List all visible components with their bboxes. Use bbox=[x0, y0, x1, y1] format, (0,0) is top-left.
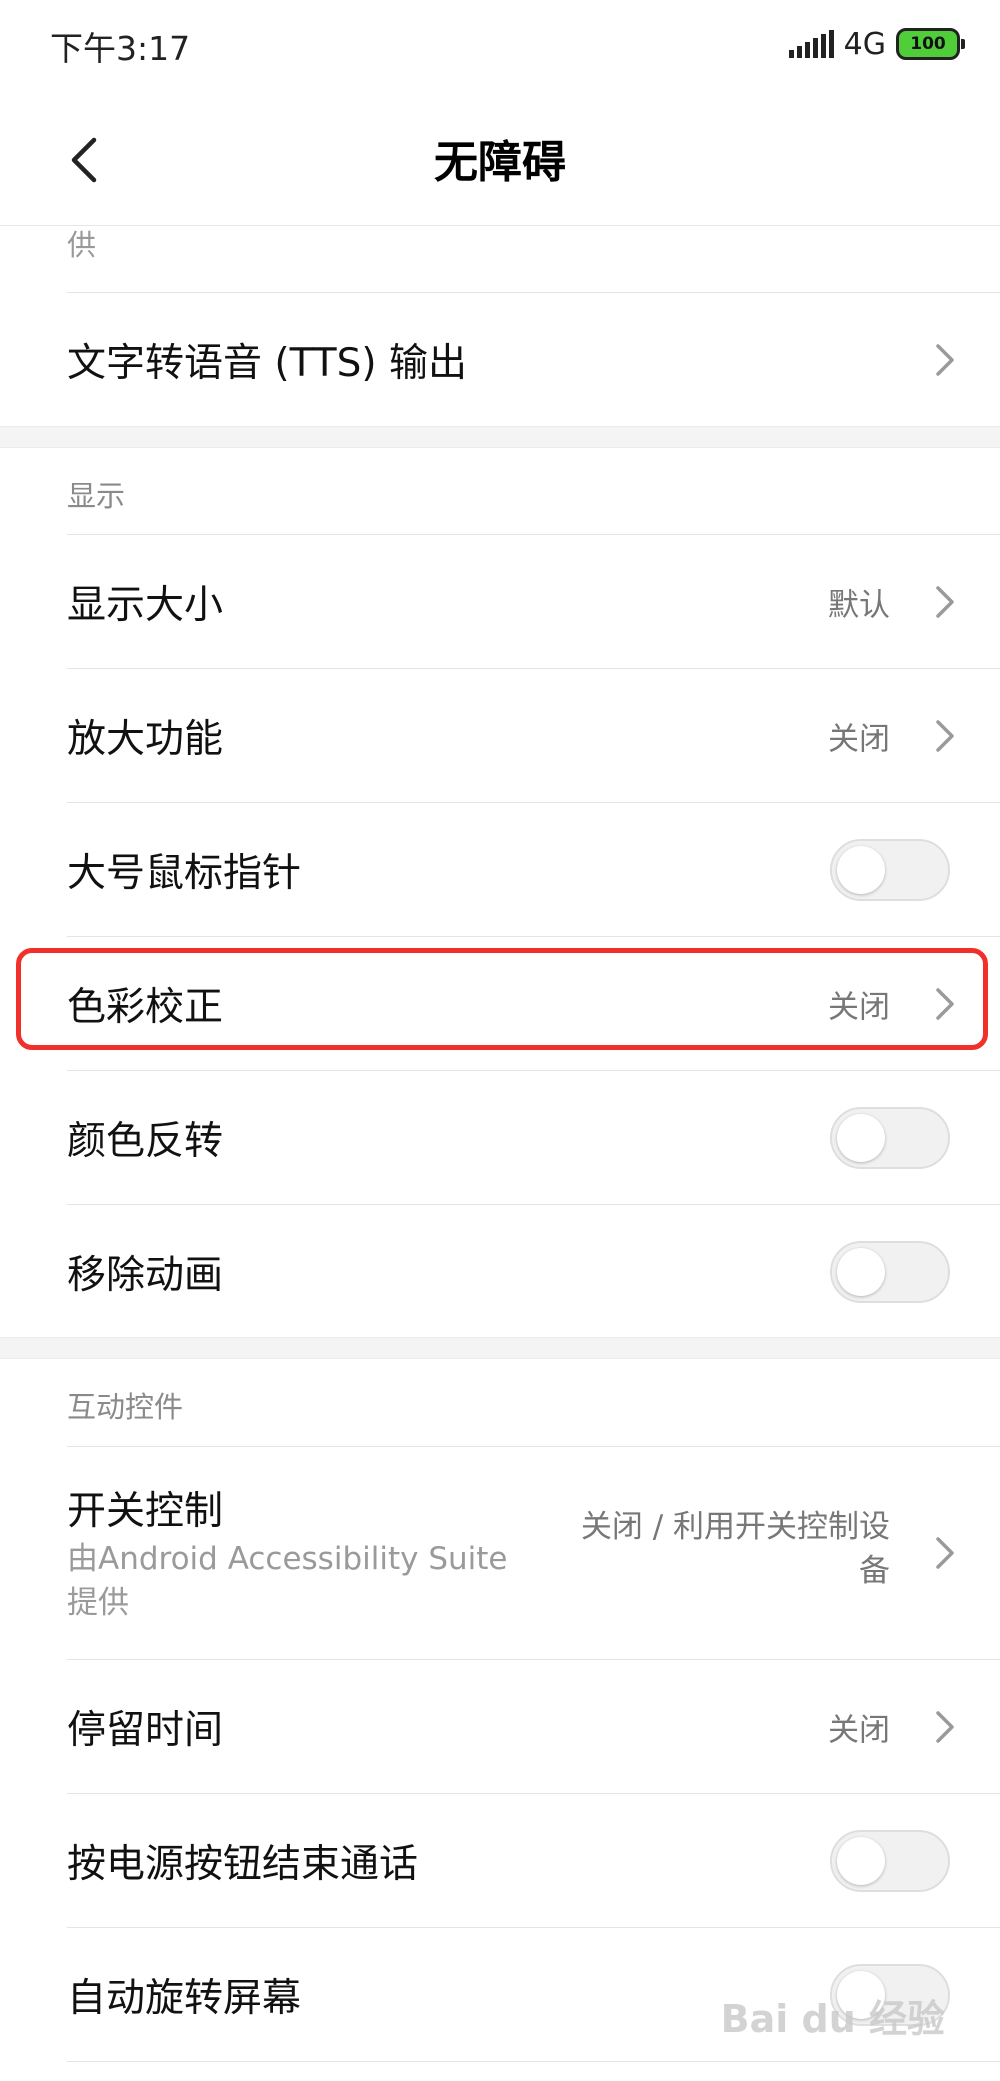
magnification-row[interactable]: 放大功能 关闭 bbox=[0, 669, 1000, 802]
battery-icon: 100 bbox=[896, 28, 965, 60]
switch-control-subtitle: 由Android Accessibility Suite提供 bbox=[67, 1541, 508, 1621]
dwell-time-value: 关闭 bbox=[828, 1712, 890, 1748]
status-icons: 4G 100 bbox=[788, 24, 965, 64]
large-pointer-toggle[interactable] bbox=[830, 838, 950, 901]
partial-text: 供 bbox=[67, 228, 97, 262]
large-pointer-row: 大号鼠标指针 bbox=[0, 803, 1000, 936]
remove-animations-row: 移除动画 bbox=[0, 1205, 1000, 1338]
toggle-knob bbox=[837, 845, 885, 894]
title-bar: 无障碍 bbox=[0, 90, 1000, 226]
auto-rotate-label: 自动旋转屏幕 bbox=[67, 1975, 302, 2021]
section-gap bbox=[0, 426, 1000, 448]
section-gap bbox=[0, 1337, 1000, 1359]
section-title-interaction: 互动控件 bbox=[67, 1390, 184, 1424]
watermark: Bai du 经验 bbox=[720, 1997, 945, 2041]
tts-output-row[interactable]: 文字转语音 (TTS) 输出 bbox=[0, 293, 1000, 426]
toggle-knob bbox=[837, 1247, 885, 1296]
battery-level: 100 bbox=[910, 34, 946, 54]
network-type: 4G bbox=[843, 26, 886, 62]
large-pointer-label: 大号鼠标指针 bbox=[67, 850, 302, 896]
color-inversion-row: 颜色反转 bbox=[0, 1071, 1000, 1204]
toggle-knob bbox=[837, 1113, 885, 1162]
chevron-right-icon bbox=[936, 1710, 954, 1743]
power-ends-call-label: 按电源按钮结束通话 bbox=[67, 1841, 419, 1887]
color-inversion-toggle[interactable] bbox=[830, 1106, 950, 1169]
page-title: 无障碍 bbox=[434, 137, 566, 188]
dwell-time-row[interactable]: 停留时间 关闭 bbox=[0, 1660, 1000, 1793]
status-bar: 下午3:17 4G 100 bbox=[0, 0, 1000, 90]
display-size-label: 显示大小 bbox=[67, 582, 224, 628]
remove-animations-label: 移除动画 bbox=[67, 1252, 224, 1298]
remove-animations-toggle[interactable] bbox=[830, 1240, 950, 1303]
status-time: 下午3:17 bbox=[50, 29, 191, 68]
tts-output-label: 文字转语音 (TTS) 输出 bbox=[67, 340, 467, 386]
divider bbox=[67, 2061, 1000, 2062]
display-size-row[interactable]: 显示大小 默认 bbox=[0, 535, 1000, 668]
switch-control-value: 关闭 / 利用开关控制设备 bbox=[580, 1509, 890, 1589]
highlight-box bbox=[16, 948, 988, 1050]
chevron-right-icon bbox=[936, 719, 954, 752]
chevron-right-icon bbox=[936, 343, 954, 376]
toggle-knob bbox=[837, 1836, 885, 1885]
switch-control-label: 开关控制 bbox=[67, 1489, 224, 1534]
magnification-value: 关闭 bbox=[828, 721, 890, 757]
chevron-right-icon bbox=[936, 585, 954, 618]
display-size-value: 默认 bbox=[828, 587, 890, 623]
section-title-display: 显示 bbox=[67, 479, 126, 513]
chevron-right-icon bbox=[936, 1537, 954, 1569]
color-inversion-label: 颜色反转 bbox=[67, 1118, 224, 1164]
magnification-label: 放大功能 bbox=[67, 716, 224, 762]
power-ends-call-row: 按电源按钮结束通话 bbox=[0, 1794, 1000, 1927]
dwell-time-label: 停留时间 bbox=[67, 1707, 224, 1753]
accessibility-settings-screen: 下午3:17 4G 100 无障碍 供 文字转语音 (TTS) 输出 显示 显示… bbox=[0, 0, 1000, 2081]
signal-icon bbox=[788, 30, 834, 58]
power-ends-call-toggle[interactable] bbox=[830, 1829, 950, 1892]
